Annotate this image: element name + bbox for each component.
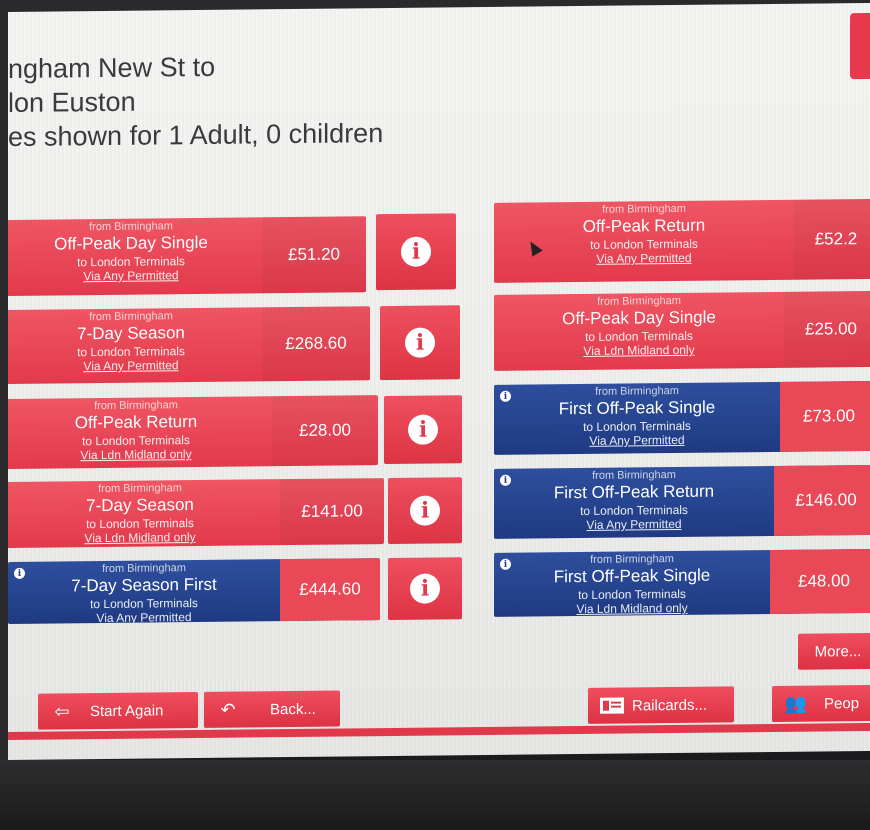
ticket-machine-screen: ngham New St to lon Euston es shown for …: [8, 2, 870, 761]
ticket-route: Via Any Permitted: [83, 358, 179, 374]
ticket-price: £51.20: [262, 216, 366, 293]
top-right-button[interactable]: [850, 12, 870, 80]
ticket-route: Via Ldn Midland only: [80, 447, 192, 463]
info-button[interactable]: i: [376, 213, 456, 291]
info-button[interactable]: i: [388, 477, 462, 545]
ticket-7-day-season-ldn-midland[interactable]: from Birmingham 7-Day Season to London T…: [8, 478, 384, 549]
info-button[interactable]: i: [384, 395, 462, 465]
info-icon: i: [410, 495, 440, 526]
ticket-first-off-peak-return[interactable]: i from Birmingham First Off-Peak Return …: [494, 464, 870, 539]
ticket-route: Via Ldn Midland only: [583, 342, 695, 358]
ticket-name: 7-Day Season: [77, 323, 185, 344]
ticket-price: £48.00: [770, 548, 870, 615]
ticket-price: £146.00: [774, 464, 870, 536]
ticket-off-peak-day-single[interactable]: from Birmingham Off-Peak Day Single to L…: [8, 216, 366, 297]
ticket-off-peak-day-single-right[interactable]: from Birmingham Off-Peak Day Single to L…: [494, 290, 870, 371]
ticket-route: Via Any Permitted: [96, 610, 192, 624]
ticket-name: First Off-Peak Return: [553, 481, 715, 503]
start-again-label: Start Again: [90, 701, 164, 720]
screen-bezel-bottom: [0, 760, 870, 830]
ticket-route: Via Ldn Midland only: [84, 530, 196, 546]
back-button[interactable]: ↶ Back...: [204, 690, 340, 728]
ticket-name: 7-Day Season: [86, 495, 194, 516]
more-button-label: More...: [814, 642, 862, 661]
ticket-off-peak-return[interactable]: from Birmingham Off-Peak Return to Londo…: [8, 395, 378, 470]
info-button[interactable]: i: [388, 557, 462, 621]
people-label: Peop: [824, 694, 860, 712]
start-again-icon: ⇦: [54, 700, 70, 722]
start-again-button[interactable]: ⇦ Start Again: [38, 692, 198, 730]
ticket-name: Off-Peak Return: [74, 412, 198, 433]
screen-bezel-left: [0, 0, 8, 830]
ticket-name: Off-Peak Day Single: [562, 307, 716, 329]
ticket-first-off-peak-single-ldn-midland[interactable]: i from Birmingham First Off-Peak Single …: [494, 548, 870, 617]
ticket-name: First Off-Peak Single: [553, 565, 711, 587]
ticket-first-off-peak-single[interactable]: i from Birmingham First Off-Peak Single …: [494, 380, 870, 455]
ticket-price: £52.2: [794, 199, 870, 280]
journey-header: ngham New St to lon Euston es shown for …: [8, 48, 383, 155]
ticket-route: Via Ldn Midland only: [576, 600, 688, 617]
ticket-7-day-season[interactable]: from Birmingham 7-Day Season to London T…: [8, 306, 370, 385]
ticket-route: Via Any Permitted: [586, 516, 682, 532]
info-button[interactable]: i: [380, 305, 460, 381]
journey-to: lon Euston: [8, 86, 136, 118]
info-icon: i: [405, 327, 435, 358]
back-arrow-icon: ↶: [220, 699, 236, 720]
passenger-summary: es shown for 1 Adult, 0 children: [8, 118, 384, 152]
ticket-name: Off-Peak Day Single: [54, 232, 208, 254]
ticket-price: £25.00: [784, 291, 870, 368]
railcard-icon: [598, 696, 626, 716]
ticket-price: £444.60: [280, 558, 380, 622]
ticket-7-day-season-first[interactable]: i from Birmingham 7-Day Season First to …: [8, 558, 380, 624]
journey-from: ngham New St to: [8, 51, 216, 84]
ticket-price: £28.00: [272, 395, 378, 466]
ticket-price: £268.60: [262, 306, 370, 381]
ticket-route: Via Any Permitted: [589, 432, 685, 448]
info-icon: i: [408, 414, 438, 445]
ticket-off-peak-return-right[interactable]: from Birmingham Off-Peak Return to Londo…: [494, 198, 870, 283]
info-icon: i: [410, 573, 440, 604]
more-button[interactable]: More...: [798, 632, 870, 670]
ticket-name: Off-Peak Return: [582, 215, 706, 236]
railcards-button[interactable]: Railcards...: [588, 686, 734, 724]
ticket-name: 7-Day Season First: [71, 574, 217, 596]
people-button[interactable]: 👥 Peop: [772, 684, 870, 722]
ticket-name: First Off-Peak Single: [558, 397, 716, 419]
ticket-route: Via Any Permitted: [83, 268, 179, 284]
back-button-label: Back...: [270, 700, 316, 718]
ticket-price: £141.00: [280, 478, 384, 545]
people-icon: 👥: [784, 693, 808, 714]
railcards-label: Railcards...: [632, 696, 708, 714]
ticket-price: £73.00: [780, 380, 870, 452]
info-icon: i: [401, 236, 431, 267]
